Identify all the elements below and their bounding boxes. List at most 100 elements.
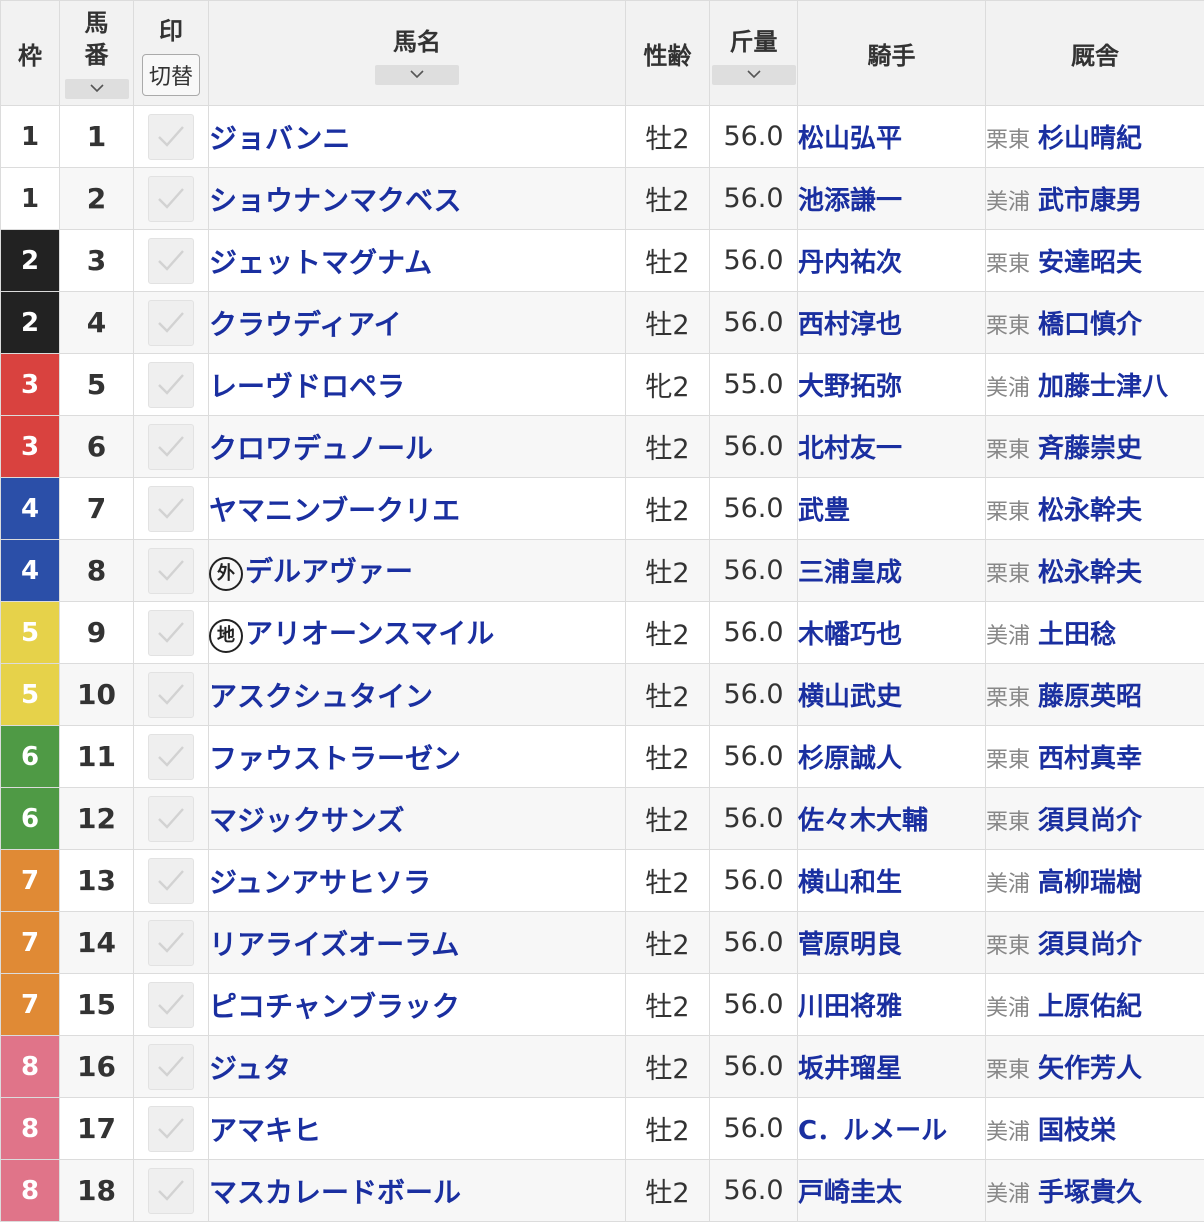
horse-name-link[interactable]: ショウナンマクベス — [209, 184, 462, 217]
mark-checkbox[interactable] — [148, 547, 194, 594]
jockey-link[interactable]: C．ルメール — [797, 1097, 986, 1160]
horse-name-link[interactable]: アスクシュタイン — [209, 680, 433, 713]
jockey-link[interactable]: 三浦皇成 — [797, 539, 986, 602]
horse-name-cell[interactable]: ジェットマグナム — [208, 229, 626, 292]
jockey-link[interactable]: 大野拓弥 — [797, 353, 986, 416]
horse-name-link[interactable]: マスカレードボール — [209, 1176, 461, 1209]
mark-checkbox[interactable] — [148, 919, 194, 966]
horse-name-link[interactable]: リアライズオーラム — [209, 928, 459, 961]
check-icon — [158, 869, 184, 891]
table-header-row: 枠 馬 番 印 切替 馬名 性齢 斤量 騎手 厩舎 — [0, 0, 1204, 106]
horse-name-link[interactable]: ジョバンニ — [209, 122, 350, 155]
horse-name-cell[interactable]: マスカレードボール — [208, 1159, 626, 1222]
jockey-link[interactable]: 西村淳也 — [797, 291, 986, 354]
horse-name-cell[interactable]: ジュンアサヒソラ — [208, 849, 626, 912]
jockey-link[interactable]: 武豊 — [797, 477, 986, 540]
mark-checkbox[interactable] — [148, 1105, 194, 1152]
trainer-link[interactable]: 橋口慎介 — [1038, 310, 1142, 340]
mark-checkbox[interactable] — [148, 237, 194, 284]
mark-checkbox[interactable] — [148, 113, 194, 160]
trainer-link[interactable]: 西村真幸 — [1038, 744, 1142, 774]
horse-name-link[interactable]: ヤマニンブークリエ — [209, 494, 460, 527]
trainer-link[interactable]: 松永幹夫 — [1038, 496, 1142, 526]
jockey-link[interactable]: 菅原明良 — [797, 911, 986, 974]
horse-name-link[interactable]: アマキヒ — [209, 1114, 321, 1147]
horse-name-link[interactable]: ジュンアサヒソラ — [209, 866, 431, 899]
horse-name-cell[interactable]: クラウディアイ — [208, 291, 626, 354]
trainer-link[interactable]: 加藤士津八 — [1038, 372, 1168, 402]
horse-name-link[interactable]: マジックサンズ — [209, 804, 404, 837]
mark-checkbox[interactable] — [148, 1043, 194, 1090]
mark-checkbox[interactable] — [148, 423, 194, 470]
horse-name-link[interactable]: ピコチャンブラック — [209, 990, 460, 1023]
trainer-link[interactable]: 矢作芳人 — [1038, 1054, 1142, 1084]
jockey-link[interactable]: 川田将雅 — [797, 973, 986, 1036]
jockey-link[interactable]: 佐々木大輔 — [797, 787, 986, 850]
waku-cell: 2 — [0, 229, 60, 292]
trainer-link[interactable]: 手塚貴久 — [1038, 1178, 1142, 1208]
trainer-link[interactable]: 杉山晴紀 — [1038, 124, 1142, 154]
mark-toggle-button[interactable]: 切替 — [141, 53, 200, 96]
horse-name-cell[interactable]: クロワデュノール — [208, 415, 626, 478]
horse-name-link[interactable]: ジュタ — [209, 1052, 291, 1085]
jockey-link[interactable]: 戸崎圭太 — [797, 1159, 986, 1222]
trainer-link[interactable]: 土田稔 — [1038, 620, 1116, 650]
horse-name-cell[interactable]: ヤマニンブークリエ — [208, 477, 626, 540]
horse-name-cell[interactable]: ピコチャンブラック — [208, 973, 626, 1036]
horse-name-cell[interactable]: アマキヒ — [208, 1097, 626, 1160]
header-horse-name[interactable]: 馬名 — [208, 0, 626, 106]
horse-name-cell[interactable]: アスクシュタイン — [208, 663, 626, 726]
trainer-link[interactable]: 高柳瑞樹 — [1038, 868, 1142, 898]
trainer-link[interactable]: 須貝尚介 — [1038, 806, 1142, 836]
trainer-link[interactable]: 上原佑紀 — [1038, 992, 1142, 1022]
jockey-link[interactable]: 横山和生 — [797, 849, 986, 912]
mark-checkbox[interactable] — [148, 299, 194, 346]
header-weight[interactable]: 斤量 — [709, 0, 798, 106]
horse-name-link[interactable]: アリオーンスマイル — [245, 617, 494, 650]
header-umaban[interactable]: 馬 番 — [59, 0, 134, 106]
trainer-link[interactable]: 斉藤崇史 — [1038, 434, 1142, 464]
jockey-link[interactable]: 池添謙一 — [797, 167, 986, 230]
horse-name-cell[interactable]: リアライズオーラム — [208, 911, 626, 974]
mark-checkbox[interactable] — [148, 795, 194, 842]
horse-name-cell[interactable]: レーヴドロペラ — [208, 353, 626, 416]
horse-name-link[interactable]: レーヴドロペラ — [209, 370, 405, 403]
jockey-link[interactable]: 丹内祐次 — [797, 229, 986, 292]
horse-name-cell[interactable]: ショウナンマクベス — [208, 167, 626, 230]
jockey-link[interactable]: 木幡巧也 — [797, 601, 986, 664]
mark-checkbox[interactable] — [148, 671, 194, 718]
jockey-link[interactable]: 北村友一 — [797, 415, 986, 478]
trainer-link[interactable]: 安達昭夫 — [1038, 248, 1142, 278]
horse-name-cell[interactable]: ジョバンニ — [208, 105, 626, 168]
mark-checkbox[interactable] — [148, 609, 194, 656]
horse-name-cell[interactable]: 外デルアヴァー — [208, 539, 626, 602]
weight-sort-button[interactable] — [711, 64, 796, 85]
jockey-link[interactable]: 杉原誠人 — [797, 725, 986, 788]
jockey-link[interactable]: 横山武史 — [797, 663, 986, 726]
horse-name-cell[interactable]: 地アリオーンスマイル — [208, 601, 626, 664]
mark-checkbox[interactable] — [148, 733, 194, 780]
trainer-link[interactable]: 松永幹夫 — [1038, 558, 1142, 588]
trainer-link[interactable]: 須貝尚介 — [1038, 930, 1142, 960]
trainer-link[interactable]: 藤原英昭 — [1038, 682, 1142, 712]
mark-checkbox[interactable] — [148, 1167, 194, 1214]
umaban-sort-button[interactable] — [64, 79, 129, 99]
trainer-link[interactable]: 国枝栄 — [1038, 1116, 1116, 1146]
horse-name-cell[interactable]: ファウストラーゼン — [208, 725, 626, 788]
horse-name-link[interactable]: デルアヴァー — [245, 555, 413, 588]
horse-name-link[interactable]: クロワデュノール — [209, 432, 433, 465]
mark-checkbox[interactable] — [148, 361, 194, 408]
jockey-link[interactable]: 坂井瑠星 — [797, 1035, 986, 1098]
horse-name-link[interactable]: ファウストラーゼン — [209, 742, 461, 775]
horse-name-link[interactable]: ジェットマグナム — [209, 246, 432, 279]
mark-checkbox[interactable] — [148, 981, 194, 1028]
horse-name-cell[interactable]: マジックサンズ — [208, 787, 626, 850]
horse-name-link[interactable]: クラウディアイ — [209, 308, 402, 341]
mark-checkbox[interactable] — [148, 857, 194, 904]
jockey-link[interactable]: 松山弘平 — [797, 105, 986, 168]
horse-name-sort-button[interactable] — [375, 64, 459, 85]
mark-checkbox[interactable] — [148, 485, 194, 532]
mark-checkbox[interactable] — [148, 175, 194, 222]
trainer-link[interactable]: 武市康男 — [1038, 186, 1142, 216]
horse-name-cell[interactable]: ジュタ — [208, 1035, 626, 1098]
